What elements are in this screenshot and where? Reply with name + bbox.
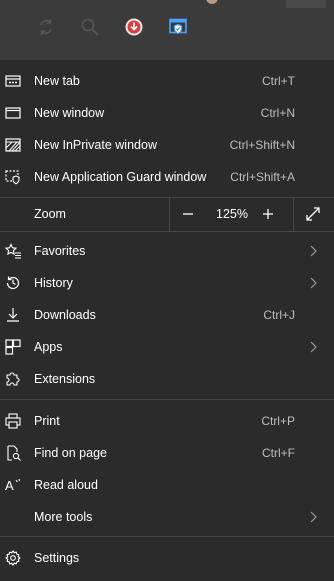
apps-icon <box>4 338 22 356</box>
shortcut-label: Ctrl+P <box>261 414 295 428</box>
menu-item-favorites[interactable]: Favorites <box>0 235 334 267</box>
printer-icon <box>4 412 22 430</box>
zoom-controls: 125% <box>169 197 334 231</box>
menu-item-label: History <box>34 276 73 290</box>
chevron-right-icon <box>308 276 318 290</box>
menu-item-label: Print <box>34 414 60 428</box>
menu-item-label: Favorites <box>34 244 86 258</box>
search-icon[interactable] <box>79 16 101 38</box>
zoom-label: Zoom <box>34 207 66 221</box>
menu-item-new-inprivate-window[interactable]: New InPrivate window Ctrl+Shift+N <box>0 129 334 161</box>
find-on-page-icon <box>4 444 22 462</box>
toolbar <box>0 0 334 60</box>
menu-item-extensions[interactable]: Extensions <box>0 363 334 395</box>
menu-item-label: Find on page <box>34 446 107 460</box>
menu-item-apps[interactable]: Apps <box>0 331 334 363</box>
refresh-icon[interactable] <box>35 16 57 38</box>
menu-item-label: New Application Guard window <box>34 170 207 184</box>
menu-separator <box>0 536 334 537</box>
menu-separator <box>0 399 334 400</box>
menu-item-label: Extensions <box>34 372 96 386</box>
shortcut-label: Ctrl+Shift+A <box>230 170 295 184</box>
download-icon <box>4 306 22 324</box>
zoom-level: 125% <box>216 207 248 221</box>
menu-item-history[interactable]: History <box>0 267 334 299</box>
fullscreen-icon[interactable] <box>303 204 323 224</box>
menu-item-label: Read aloud <box>34 478 98 492</box>
menu-item-label: New window <box>34 106 105 120</box>
menu-item-label: Downloads <box>34 308 96 322</box>
chevron-right-icon <box>308 340 318 354</box>
menu-item-find-on-page[interactable]: Find on page Ctrl+F <box>0 437 334 469</box>
application-guard-icon <box>4 168 22 186</box>
menu-item-downloads[interactable]: Downloads Ctrl+J <box>0 299 334 331</box>
inprivate-icon <box>4 136 22 154</box>
menu-item-more-tools[interactable]: More tools <box>0 501 334 533</box>
gear-icon <box>4 549 22 567</box>
download-badge-icon[interactable] <box>123 16 145 38</box>
chevron-right-icon <box>308 244 318 258</box>
menu-item-label: Apps <box>34 340 63 354</box>
shortcut-label: Ctrl+T <box>262 74 295 88</box>
zoom-in-button[interactable] <box>258 204 278 224</box>
menu-item-read-aloud[interactable]: A Read aloud <box>0 469 334 501</box>
menu-item-label: New tab <box>34 74 80 88</box>
shortcut-label: Ctrl+N <box>260 106 295 120</box>
menu-item-new-tab[interactable]: New tab Ctrl+T <box>0 65 334 97</box>
shortcut-label: Ctrl+Shift+N <box>229 138 295 152</box>
chevron-right-icon <box>308 510 318 524</box>
read-aloud-icon: A <box>4 476 22 494</box>
new-tab-icon <box>4 72 22 90</box>
menu-item-new-window[interactable]: New window Ctrl+N <box>0 97 334 129</box>
zoom-row: Zoom 125% <box>0 197 334 231</box>
favorites-star-icon <box>4 242 22 260</box>
menu-item-label: New InPrivate window <box>34 138 157 152</box>
svg-text:A: A <box>5 478 14 493</box>
history-clock-icon <box>4 274 22 292</box>
zoom-divider <box>293 197 294 231</box>
settings-menu: New tab Ctrl+T New window Ctrl+N New InP… <box>0 60 334 581</box>
menu-item-settings[interactable]: Settings <box>0 542 334 574</box>
extensions-puzzle-icon <box>4 370 22 388</box>
menu-item-label: More tools <box>34 510 93 524</box>
menu-item-label: Settings <box>34 551 80 565</box>
zoom-out-button[interactable] <box>178 204 198 224</box>
menu-separator <box>0 231 334 232</box>
shortcut-label: Ctrl+J <box>263 308 295 322</box>
shortcut-label: Ctrl+F <box>262 446 295 460</box>
menu-item-print[interactable]: Print Ctrl+P <box>0 405 334 437</box>
settings-and-more-button[interactable] <box>286 0 326 8</box>
menu-item-new-application-guard-window[interactable]: New Application Guard window Ctrl+Shift+… <box>0 161 334 193</box>
profile-avatar[interactable] <box>206 0 218 4</box>
window-icon <box>4 104 22 122</box>
app-guard-icon[interactable] <box>167 16 189 38</box>
